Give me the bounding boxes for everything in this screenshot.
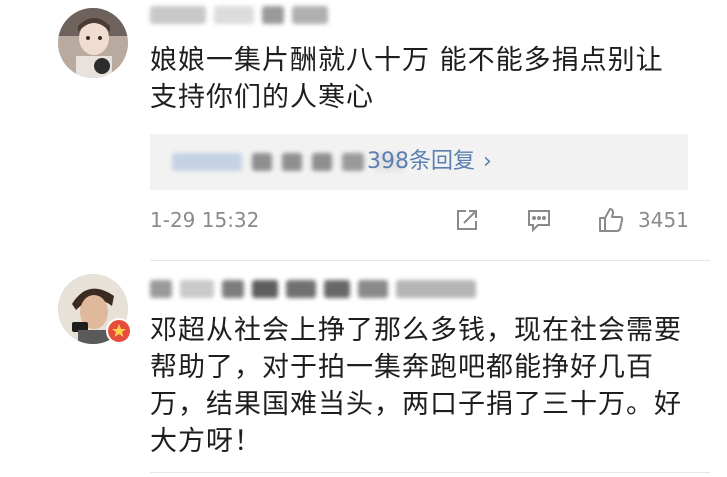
reply-summary[interactable]: 398条回复 › — [150, 134, 688, 190]
username-blurred[interactable] — [150, 280, 476, 298]
comment-text: 邓超从社会上挣了那么多钱，现在社会需要帮助了，对于拍一集奔跑吧都能挣好几百万，结… — [150, 315, 682, 457]
chevron-right-icon: › — [483, 149, 492, 174]
username-blurred[interactable] — [150, 6, 328, 24]
reply-count-label: 398条回复 — [367, 149, 475, 174]
share-icon[interactable] — [452, 205, 482, 235]
verified-badge-icon — [106, 318, 132, 344]
avatar[interactable] — [58, 8, 128, 78]
comment-item: 邓超从社会上挣了那么多钱，现在社会需要帮助了，对于拍一集奔跑吧都能挣好几百万，结… — [0, 262, 727, 477]
comment-divider — [150, 472, 710, 473]
comment-icon[interactable] — [524, 205, 554, 235]
comment-text: 娘娘一集片酬就八十万 能不能多捐点别让支持你们的人寒心 — [150, 45, 664, 113]
reply-count-link[interactable]: 398条回复 › — [367, 146, 492, 178]
like-count: 3451 — [638, 208, 689, 232]
comment-timestamp: 1-29 15:32 — [150, 208, 260, 232]
comment-item: 娘娘一集片酬就八十万 能不能多捐点别让支持你们的人寒心 398条回复 › 1-29… — [0, 0, 727, 262]
like-icon[interactable] — [596, 205, 626, 235]
comment-divider — [150, 260, 710, 261]
